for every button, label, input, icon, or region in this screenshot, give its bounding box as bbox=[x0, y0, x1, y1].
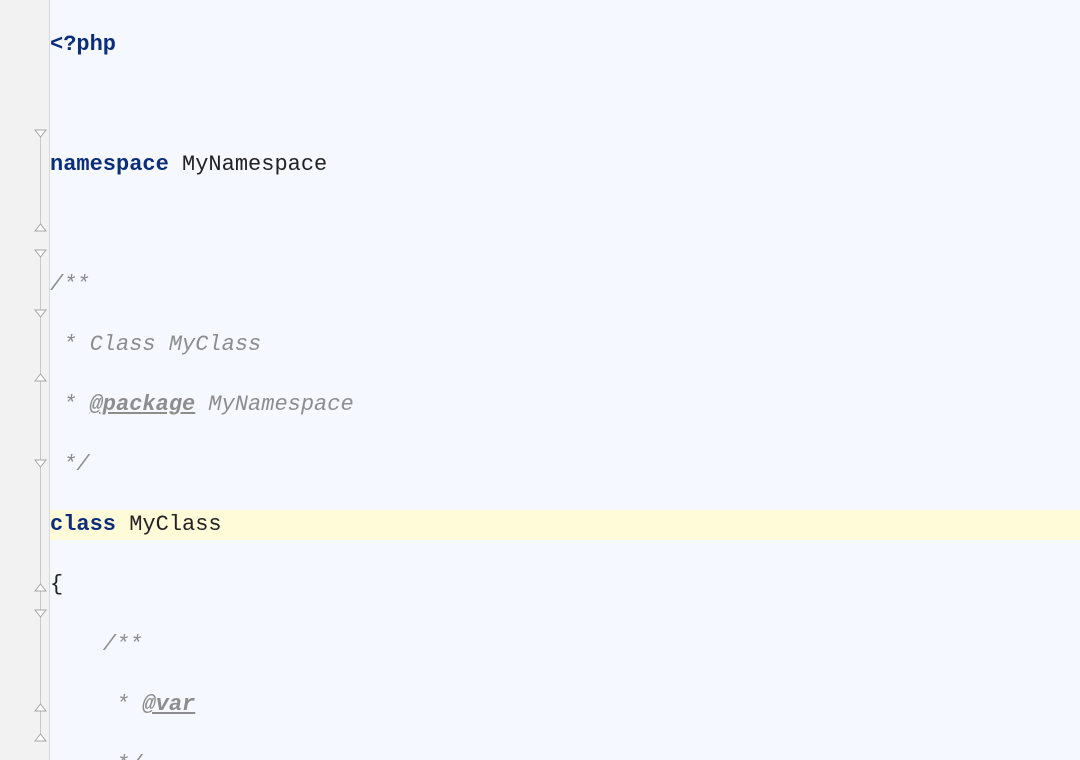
docblock-close: */ bbox=[50, 452, 90, 477]
code-line-current: class MyClass bbox=[50, 510, 1080, 540]
fold-marker-open-icon[interactable] bbox=[34, 129, 47, 142]
docblock-open: /** bbox=[50, 632, 142, 657]
code-editor: <?php namespace MyNamespace /** * Class … bbox=[0, 0, 1080, 760]
gutter bbox=[0, 0, 50, 760]
code-line: */ bbox=[50, 750, 1080, 760]
keyword-class: class bbox=[50, 512, 116, 537]
code-line bbox=[50, 90, 1080, 120]
fold-marker-close-icon[interactable] bbox=[34, 729, 47, 742]
code-line: namespace MyNamespace bbox=[50, 150, 1080, 180]
docblock-open: /** bbox=[50, 272, 90, 297]
fold-marker-open-icon[interactable] bbox=[34, 609, 47, 622]
docblock-star: * bbox=[50, 332, 90, 357]
code-line: <?php bbox=[50, 30, 1080, 60]
code-area[interactable]: <?php namespace MyNamespace /** * Class … bbox=[50, 0, 1080, 760]
code-line: { bbox=[50, 570, 1080, 600]
fold-marker-close-icon[interactable] bbox=[34, 699, 47, 712]
docblock-text: Class MyClass bbox=[90, 332, 262, 357]
keyword-namespace: namespace bbox=[50, 152, 169, 177]
fold-marker-open-icon[interactable] bbox=[34, 309, 47, 322]
code-line bbox=[50, 210, 1080, 240]
brace-open: { bbox=[50, 572, 63, 597]
docblock-star: * bbox=[50, 392, 90, 417]
fold-marker-close-icon[interactable] bbox=[34, 219, 47, 232]
code-line: * Class MyClass bbox=[50, 330, 1080, 360]
doctag-var: @var bbox=[142, 692, 195, 717]
fold-marker-close-icon[interactable] bbox=[34, 579, 47, 592]
docblock-text: MyNamespace bbox=[195, 392, 353, 417]
code-line: * @package MyNamespace bbox=[50, 390, 1080, 420]
fold-marker-close-icon[interactable] bbox=[34, 369, 47, 382]
doctag-package: @package bbox=[90, 392, 196, 417]
code-line: * @var bbox=[50, 690, 1080, 720]
code-line: */ bbox=[50, 450, 1080, 480]
namespace-name: MyNamespace bbox=[169, 152, 327, 177]
docblock-star: * bbox=[50, 692, 142, 717]
php-open-tag: <?php bbox=[50, 32, 116, 57]
fold-marker-open-icon[interactable] bbox=[34, 249, 47, 262]
code-line: /** bbox=[50, 630, 1080, 660]
fold-marker-open-icon[interactable] bbox=[34, 459, 47, 472]
docblock-close: */ bbox=[50, 752, 142, 760]
class-name: MyClass bbox=[116, 512, 222, 537]
code-line: /** bbox=[50, 270, 1080, 300]
